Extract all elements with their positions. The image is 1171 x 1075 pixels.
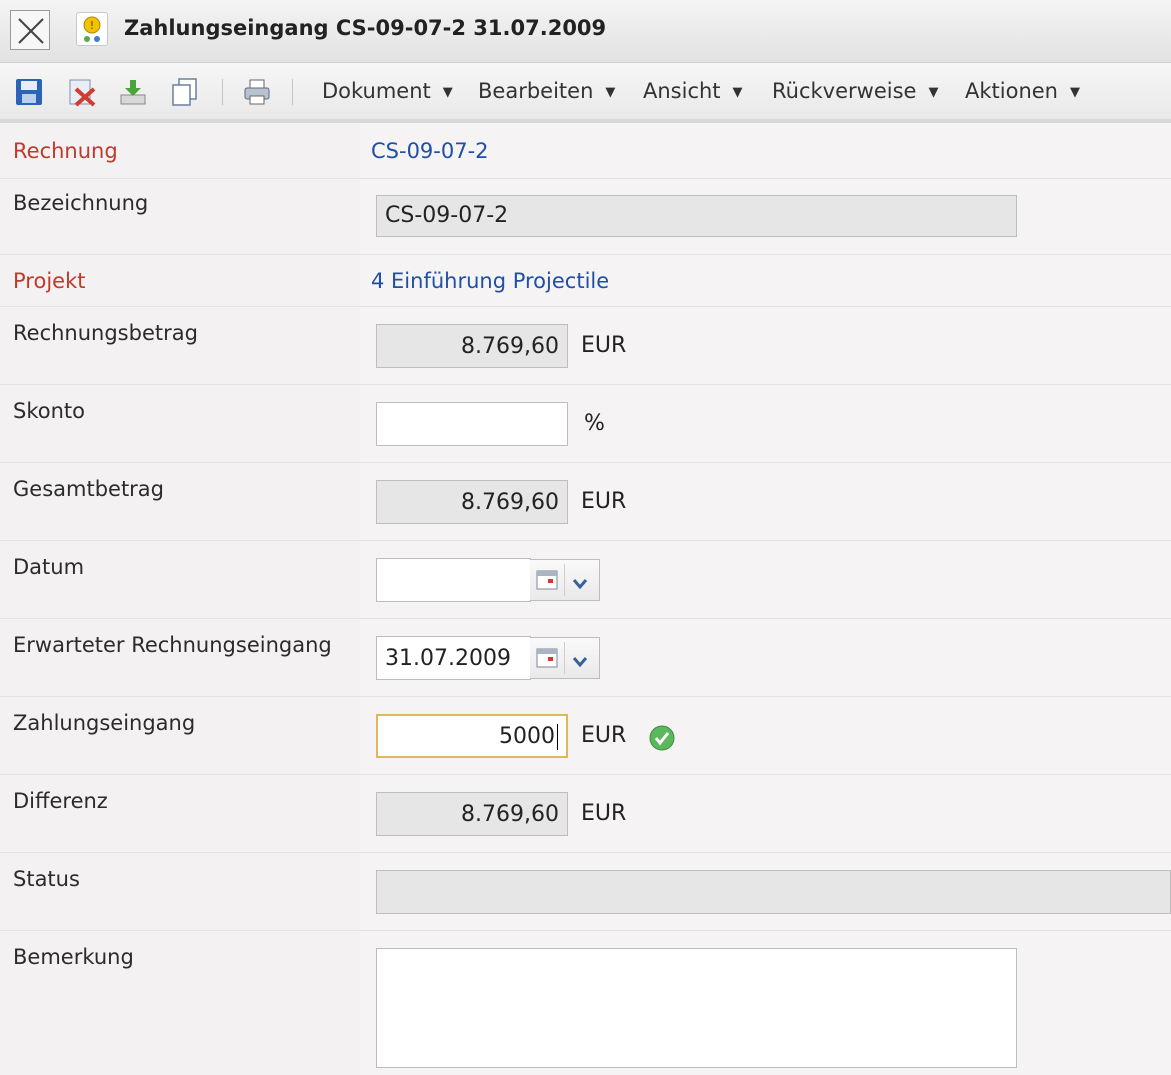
close-button[interactable] <box>10 10 50 50</box>
row-divider <box>0 540 1171 541</box>
skonto-input[interactable] <box>376 402 568 446</box>
dropdown-arrow-icon: ▼ <box>605 85 616 100</box>
dropdown-arrow-icon: ▼ <box>442 85 453 100</box>
rechnungsbetrag-label: Rechnungsbetrag <box>13 321 198 345</box>
bemerkung-label: Bemerkung <box>13 945 134 969</box>
status-field[interactable] <box>376 870 1171 914</box>
calendar-icon[interactable] <box>536 569 558 596</box>
save-icon[interactable] <box>14 77 44 107</box>
zahlungseingang-unit: EUR <box>581 723 627 748</box>
row-divider <box>0 930 1171 931</box>
rechnung-label: Rechnung <box>13 139 118 163</box>
picker-divider <box>564 642 565 674</box>
toolbar: Dokument ▼ Bearbeiten ▼ Ansicht ▼ Rückverwe… <box>0 63 1171 123</box>
bezeichnung-field[interactable]: CS-09-07-2 <box>376 195 1017 237</box>
rechnungsbetrag-field[interactable]: 8.769,60 <box>376 324 568 368</box>
datum-input[interactable] <box>376 558 531 602</box>
rechnung-link[interactable]: CS-09-07-2 <box>371 139 489 163</box>
bemerkung-textarea[interactable] <box>376 948 1017 1068</box>
gesamtbetrag-field[interactable]: 8.769,60 <box>376 480 568 524</box>
erwarteter-rechnungseingang-label: Erwarteter Rechnungseingang <box>13 633 332 657</box>
zahlungseingang-label: Zahlungseingang <box>13 711 196 735</box>
row-divider <box>0 774 1171 775</box>
datum-picker <box>530 559 600 601</box>
row-divider <box>0 384 1171 385</box>
chevron-down-icon[interactable] <box>572 572 588 596</box>
label-column <box>0 123 360 1075</box>
picker-divider <box>564 564 565 596</box>
bezeichnung-label: Bezeichnung <box>13 191 149 215</box>
projekt-label: Projekt <box>13 269 86 293</box>
download-icon[interactable] <box>118 77 148 107</box>
status-label: Status <box>13 867 80 891</box>
row-divider <box>0 254 1171 255</box>
chevron-down-icon[interactable] <box>572 650 588 674</box>
menu-rueckverweise[interactable]: Rückverweise ▼ <box>772 79 938 103</box>
differenz-unit: EUR <box>581 801 627 826</box>
datum-label: Datum <box>13 555 85 579</box>
gesamtbetrag-label: Gesamtbetrag <box>13 477 165 501</box>
toolbar-separator <box>222 79 223 105</box>
skonto-unit: % <box>584 411 605 436</box>
check-icon <box>648 724 676 757</box>
erwarteter-rechnungseingang-input[interactable]: 31.07.2009 <box>376 636 531 680</box>
copy-icon[interactable] <box>170 77 200 107</box>
calendar-icon[interactable] <box>536 647 558 674</box>
projekt-link[interactable]: 4 Einführung Projectile <box>371 269 609 293</box>
window-title: Zahlungseingang CS-09-07-2 31.07.2009 <box>124 16 607 40</box>
menu-aktionen[interactable]: Aktionen ▼ <box>965 79 1080 103</box>
title-bar: ! Zahlungseingang CS-09-07-2 31.07.2009 <box>0 0 1171 63</box>
print-icon[interactable] <box>242 77 272 107</box>
row-divider <box>0 696 1171 697</box>
close-icon <box>18 18 44 44</box>
toolbar-separator <box>292 79 293 105</box>
row-divider <box>0 306 1171 307</box>
text-cursor <box>557 724 558 750</box>
differenz-field[interactable]: 8.769,60 <box>376 792 568 836</box>
rechnungsbetrag-unit: EUR <box>581 333 627 358</box>
row-divider <box>0 462 1171 463</box>
row-divider <box>0 178 1171 179</box>
row-divider <box>0 618 1171 619</box>
dropdown-arrow-icon: ▼ <box>928 85 939 100</box>
zahlungseingang-input[interactable]: 5000 <box>376 714 568 758</box>
skonto-label: Skonto <box>13 399 85 423</box>
delete-icon[interactable] <box>66 77 96 107</box>
menu-ansicht[interactable]: Ansicht ▼ <box>643 79 743 103</box>
row-divider <box>0 852 1171 853</box>
svg-text:!: ! <box>90 19 94 32</box>
erwarteter-rechnungseingang-picker <box>530 637 600 679</box>
zahlungseingang-value: 5000 <box>499 724 555 749</box>
dropdown-arrow-icon: ▼ <box>732 85 743 100</box>
differenz-label: Differenz <box>13 789 108 813</box>
dropdown-arrow-icon: ▼ <box>1069 85 1080 100</box>
menu-dokument[interactable]: Dokument ▼ <box>322 79 453 103</box>
payment-icon: ! <box>76 12 108 46</box>
gesamtbetrag-unit: EUR <box>581 489 627 514</box>
menu-bearbeiten[interactable]: Bearbeiten ▼ <box>478 79 615 103</box>
